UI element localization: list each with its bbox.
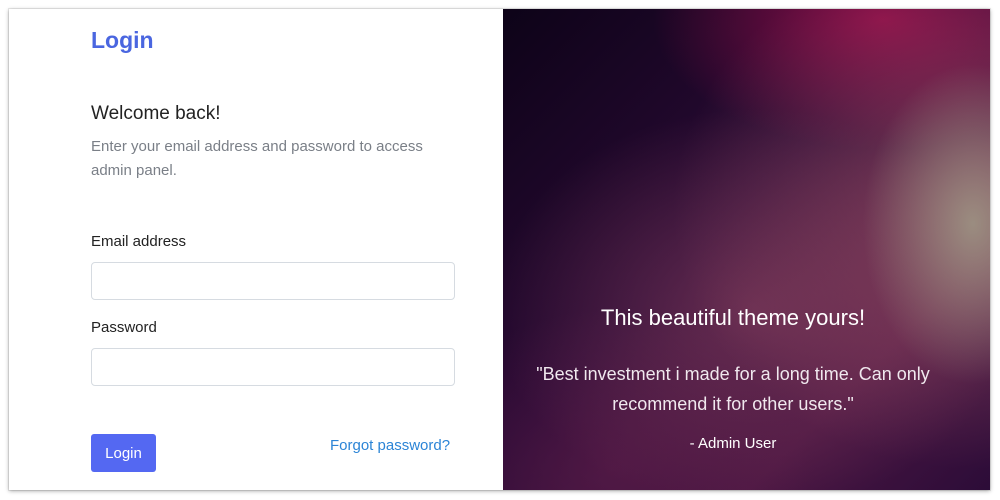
forgot-password-link[interactable]: Forgot password?: [330, 437, 450, 454]
brand-logo-text: Login: [91, 27, 154, 53]
email-label: Email address: [91, 233, 187, 250]
testimonial-quote: "Best investment i made for a long time.…: [536, 364, 930, 414]
login-button[interactable]: Login: [91, 434, 156, 472]
testimonial-panel: This beautiful theme yours! "Best invest…: [503, 9, 990, 490]
welcome-subtitle: Enter your email address and password to…: [91, 138, 423, 179]
email-field[interactable]: [91, 262, 455, 300]
auth-card: Login Welcome back! Enter your email add…: [9, 9, 990, 490]
testimonial-title: This beautiful theme yours!: [600, 305, 866, 330]
testimonial-author: - Admin User: [689, 435, 777, 452]
login-panel: Login Welcome back! Enter your email add…: [9, 9, 503, 490]
password-label: Password: [91, 319, 157, 336]
welcome-title: Welcome back!: [91, 103, 221, 124]
password-field[interactable]: [91, 348, 455, 386]
